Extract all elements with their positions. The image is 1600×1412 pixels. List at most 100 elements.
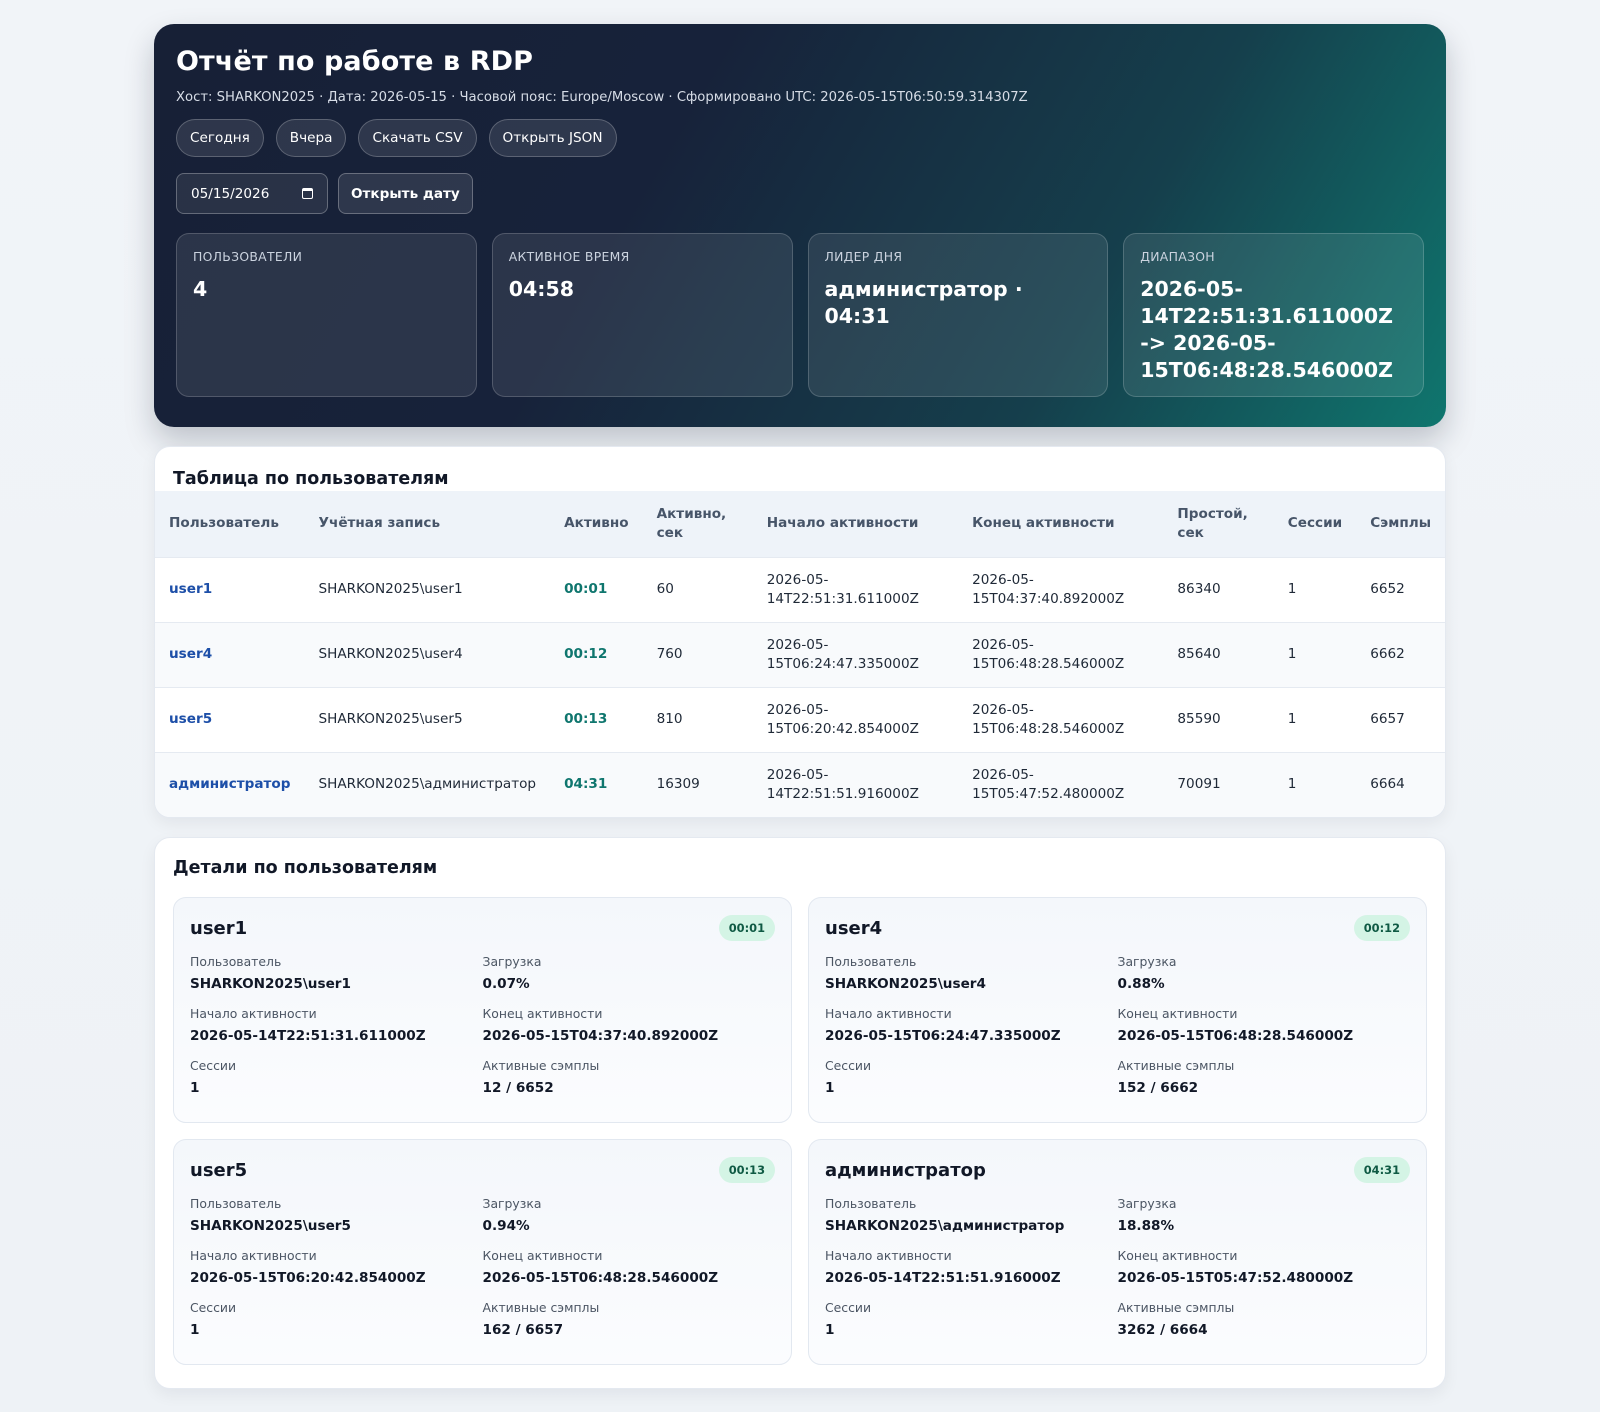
field-value: 3262 / 6664 [1117,1322,1208,1338]
field-label: Активные сэмплы [1117,1300,1235,1315]
user-details-grid: user1 00:01 Пользователь SHARKON2025\user… [173,897,1427,1365]
field-label: Начало активности [190,1006,317,1021]
section-title: Детали по пользователям [173,858,438,878]
samples-cell: 6657 [1356,686,1445,752]
account-cell: SHARKON2025\user4 [304,621,551,687]
end-cell: 2026-05-15T04:37:40.892000Z [958,556,1164,622]
table-row: user4 SHARKON2025\user4 00:12 760 2026-0… [155,621,1445,687]
field-value: 2026-05-15T06:24:47.335000Z [825,1028,1061,1044]
user-detail-card: user1 00:01 Пользователь SHARKON2025\user… [173,897,792,1123]
user-detail-card: user4 00:12 Пользователь SHARKON2025\user… [808,897,1427,1123]
field-label: Сессии [190,1058,237,1073]
start-cell: 2026-05-15T06:24:47.335000Z [752,621,959,687]
users-table: Пользователь Учётная запись Активно Акти… [155,491,1445,817]
sessions-cell: 1 [1273,751,1357,817]
user-link[interactable]: user1 [169,581,212,597]
calendar-icon[interactable] [302,188,313,199]
active-cell: 00:12 [550,621,643,687]
section-title: Таблица по пользователям [173,469,449,489]
field-value: SHARKON2025\user1 [190,976,351,992]
end-cell: 2026-05-15T05:47:52.480000Z [958,751,1164,817]
quick-actions: Сегодня Вчера Скачать CSV Открыть JSON [176,119,1424,157]
active-sec-cell: 810 [642,686,753,752]
date-input[interactable]: 05/15/2026 [176,173,328,214]
account-cell: SHARKON2025\user5 [304,686,551,752]
user-link[interactable]: user4 [169,646,212,662]
field-label: Начало активности [190,1248,317,1263]
field-value: 2026-05-15T06:20:42.854000Z [190,1270,426,1286]
field-label: Конец активности [1117,1006,1238,1021]
field-value: 0.94% [482,1218,530,1234]
active-time-badge: 00:12 [1353,915,1410,941]
user-detail-name: user1 [190,917,248,939]
field-label: Пользователь [825,1196,917,1211]
user-cell: администратор [155,751,305,817]
stat-label: ЛИДЕР ДНЯ [824,249,903,264]
column-header: Учётная запись [304,491,551,557]
account-cell: SHARKON2025\администратор [304,751,551,817]
field-value: 162 / 6657 [482,1322,564,1338]
field-value: SHARKON2025\user5 [190,1218,351,1234]
samples-cell: 6652 [1356,556,1445,622]
open-date-button[interactable]: Открыть дату [338,173,473,214]
idle-sec-cell: 85640 [1163,621,1274,687]
column-header: Активно, сек [642,491,753,557]
field-value: 0.07% [482,976,530,992]
user-detail-card: администратор 04:31 Пользователь SHARKON2… [808,1139,1427,1365]
field-label: Пользователь [190,954,282,969]
field-value: 0.88% [1117,976,1165,992]
user-link[interactable]: user5 [169,711,212,727]
user-cell: user5 [155,686,305,752]
field-label: Сессии [825,1058,872,1073]
stat-range: ДИАПАЗОН 2026-05-14T22:51:31.611000Z -> … [1123,233,1424,397]
field-label: Конец активности [482,1006,603,1021]
column-header: Начало активности [752,491,959,557]
field-value: SHARKON2025\администратор [825,1218,1065,1234]
field-label: Загрузка [1117,1196,1177,1211]
field-label: Начало активности [825,1248,952,1263]
stat-value: 04:58 [508,277,575,301]
stat-value: администратор · 04:31 [824,277,1023,328]
stats-row: ПОЛЬЗОВАТЕЛИ 4 АКТИВНОЕ ВРЕМЯ 04:58 ЛИДЕ… [176,233,1424,397]
field-value: 18.88% [1117,1218,1175,1234]
field-value: 1 [190,1322,200,1338]
page-title: Отчёт по работе в RDP [176,46,533,77]
field-label: Сессии [825,1300,872,1315]
field-value: 1 [825,1080,835,1096]
idle-sec-cell: 70091 [1163,751,1274,817]
user-details-card: Детали по пользователям user1 00:01 Поль… [154,837,1446,1389]
end-cell: 2026-05-15T06:48:28.546000Z [958,621,1164,687]
user-detail-card: user5 00:13 Пользователь SHARKON2025\user… [173,1139,792,1365]
stat-label: АКТИВНОЕ ВРЕМЯ [508,249,630,264]
yesterday-button[interactable]: Вчера [275,119,347,157]
stat-users: ПОЛЬЗОВАТЕЛИ 4 [176,233,477,397]
today-button[interactable]: Сегодня [176,119,264,157]
user-link[interactable]: администратор [169,776,291,792]
column-header: Сессии [1273,491,1357,557]
open-json-button[interactable]: Открыть JSON [488,119,617,157]
field-value: 1 [190,1080,200,1096]
samples-cell: 6662 [1356,621,1445,687]
stat-value: 2026-05-14T22:51:31.611000Z -> 2026-05-1… [1140,277,1393,382]
end-cell: 2026-05-15T06:48:28.546000Z [958,686,1164,752]
active-sec-cell: 60 [642,556,753,622]
idle-sec-cell: 85590 [1163,686,1274,752]
field-value: 1 [825,1322,835,1338]
user-detail-name: user5 [190,1159,248,1181]
active-time-badge: 00:13 [718,1157,775,1183]
field-value: 2026-05-15T05:47:52.480000Z [1117,1270,1354,1286]
column-header: Конец активности [958,491,1164,557]
stat-leader: ЛИДЕР ДНЯ администратор · 04:31 [807,233,1109,397]
column-header: Пользователь [155,491,305,557]
field-label: Конец активности [482,1248,603,1263]
field-label: Активные сэмплы [482,1058,600,1073]
table-header-row: Пользователь Учётная запись Активно Акти… [155,491,1445,557]
download-csv-button[interactable]: Скачать CSV [358,119,477,157]
field-label: Загрузка [1117,954,1177,969]
field-value: 2026-05-14T22:51:31.611000Z [190,1028,426,1044]
stat-active-time: АКТИВНОЕ ВРЕМЯ 04:58 [491,233,793,397]
user-detail-name: администратор [825,1159,986,1181]
active-time-badge: 00:01 [718,915,775,941]
idle-sec-cell: 86340 [1163,556,1274,622]
sessions-cell: 1 [1273,556,1357,622]
